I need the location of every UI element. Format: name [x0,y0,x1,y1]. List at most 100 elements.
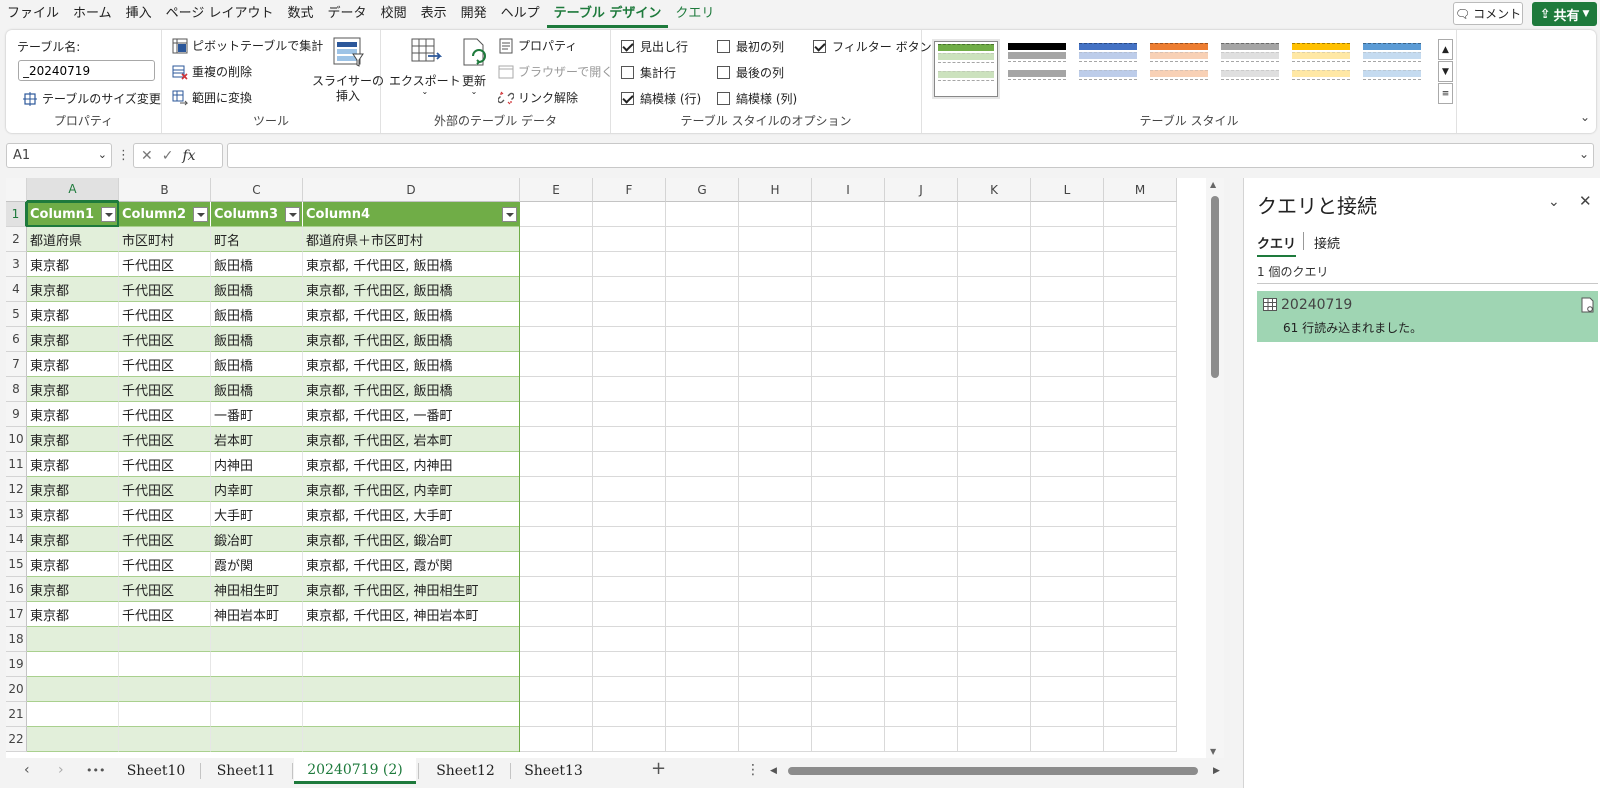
grid-cell[interactable] [666,527,739,552]
grid-cell[interactable] [520,227,593,252]
filter-button-checkbox[interactable]: フィルター ボタン [813,38,932,55]
sheet-tab[interactable]: Sheet13 [511,758,596,784]
table-cell[interactable]: 東京都 [27,352,119,377]
grid-cell[interactable] [593,402,666,427]
row-header[interactable]: 6 [6,327,27,352]
grid-cell[interactable] [520,602,593,627]
grid-cell[interactable] [885,577,958,602]
table-cell[interactable]: 千代田区 [119,602,211,627]
grid-cell[interactable] [1104,327,1177,352]
vertical-scrollbar[interactable]: ▲ ▼ [1206,178,1224,758]
grid-cell[interactable] [958,227,1031,252]
grid-cell[interactable] [739,627,812,652]
grid-cell[interactable] [1031,477,1104,502]
grid-cell[interactable] [1104,452,1177,477]
menu-tab-11[interactable]: クエリ [668,0,721,28]
grid-cell[interactable] [739,677,812,702]
grid-cell[interactable] [958,602,1031,627]
table-cell[interactable]: 東京都, 千代田区, 大手町 [303,502,520,527]
table-style-swatch[interactable] [1218,41,1282,97]
share-button[interactable]: ⇪ 共有 ▼ [1532,2,1597,26]
column-header[interactable]: L [1031,178,1104,202]
grid-cell[interactable] [520,327,593,352]
table-cell[interactable]: 東京都 [27,277,119,302]
grid-cell[interactable] [885,677,958,702]
grid-cell[interactable] [739,552,812,577]
insert-slicer-button[interactable]: スライサーの 挿入 [312,36,384,104]
grid-cell[interactable] [812,327,885,352]
row-header[interactable]: 1 [6,202,27,227]
row-header[interactable]: 12 [6,477,27,502]
grid-cell[interactable] [812,452,885,477]
vertical-scroll-thumb[interactable] [1211,196,1219,378]
table-cell[interactable]: 東京都 [27,577,119,602]
grid-cell[interactable] [593,677,666,702]
row-header[interactable]: 7 [6,352,27,377]
grid-cell[interactable] [885,252,958,277]
grid-cell[interactable] [1031,327,1104,352]
grid-cell[interactable] [593,727,666,752]
grid-cell[interactable] [1031,202,1104,227]
column-header[interactable]: I [812,178,885,202]
banded-columns-checkbox[interactable]: 縞模様 (列) [717,90,797,107]
table-cell[interactable] [27,627,119,652]
grid-cell[interactable] [739,502,812,527]
sheet-tab[interactable]: Sheet12 [423,758,508,784]
grid-cell[interactable] [1104,377,1177,402]
grid-cell[interactable] [1031,377,1104,402]
column-header[interactable]: C [211,178,303,202]
column-header[interactable]: G [666,178,739,202]
pivot-summarize-button[interactable]: ピボットテーブルで集計 [172,37,323,54]
table-cell[interactable] [211,702,303,727]
column-header[interactable]: K [958,178,1031,202]
grid-cell[interactable] [739,702,812,727]
grid-cell[interactable] [593,452,666,477]
menu-tab-3[interactable]: ページ レイアウト [159,0,281,28]
grid-cell[interactable] [666,227,739,252]
grid-cell[interactable] [1104,277,1177,302]
grid-cell[interactable] [666,352,739,377]
grid-cell[interactable] [958,352,1031,377]
table-cell[interactable] [27,727,119,752]
grid-cell[interactable] [812,502,885,527]
grid-cell[interactable] [1031,527,1104,552]
grid-cell[interactable] [1104,702,1177,727]
grid-cell[interactable] [812,352,885,377]
filter-dropdown-icon[interactable] [101,207,116,222]
table-cell[interactable]: 東京都 [27,502,119,527]
grid-cell[interactable] [593,552,666,577]
grid-cell[interactable] [885,652,958,677]
hscroll-left-icon[interactable]: ◀ [770,766,777,776]
grid-cell[interactable] [1104,727,1177,752]
table-cell[interactable]: 飯田橋 [211,302,303,327]
menu-tab-5[interactable]: データ [321,0,374,28]
table-cell[interactable]: 東京都, 千代田区, 内幸町 [303,477,520,502]
table-cell[interactable]: 東京都, 千代田区, 内神田 [303,452,520,477]
grid-cell[interactable] [666,277,739,302]
table-cell[interactable]: 千代田区 [119,577,211,602]
table-cell[interactable] [27,677,119,702]
row-header[interactable]: 22 [6,727,27,752]
grid-cell[interactable] [739,252,812,277]
grid-cell[interactable] [1104,302,1177,327]
grid-cell[interactable] [593,627,666,652]
grid-cell[interactable] [885,727,958,752]
grid-cell[interactable] [1104,227,1177,252]
column-header[interactable]: H [739,178,812,202]
grid-cell[interactable] [1104,552,1177,577]
table-cell[interactable]: 内幸町 [211,477,303,502]
grid-cell[interactable] [520,577,593,602]
table-style-swatch[interactable] [934,41,998,97]
grid-cell[interactable] [812,702,885,727]
grid-cell[interactable] [593,327,666,352]
table-cell[interactable]: 東京都 [27,327,119,352]
table-cell[interactable]: 千代田区 [119,327,211,352]
grid-cell[interactable] [520,527,593,552]
grid-cell[interactable] [958,202,1031,227]
grid-cell[interactable] [958,427,1031,452]
row-header[interactable]: 19 [6,652,27,677]
table-cell[interactable]: 東京都 [27,527,119,552]
grid-cell[interactable] [885,202,958,227]
grid-cell[interactable] [593,577,666,602]
table-cell[interactable]: 神田岩本町 [211,602,303,627]
